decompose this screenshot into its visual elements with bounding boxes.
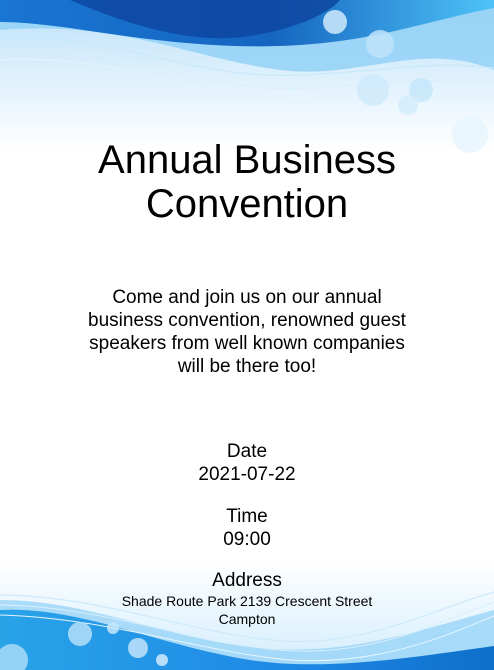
date-value: 2021-07-22 [198,464,296,485]
address-value: Shade Route Park 2139 Crescent Street Ca… [121,593,373,627]
invitation-content: Annual Business Convention Come and join… [0,0,494,670]
event-description: Come and join us on our annual business … [88,287,406,377]
address-label: Address [212,570,282,591]
time-value: 09:00 [223,529,271,550]
date-label: Date [226,441,268,462]
event-title: Annual Business Convention [98,138,396,226]
time-label: Time [226,506,268,527]
invitation-card: Annual Business Convention Come and join… [0,0,494,670]
